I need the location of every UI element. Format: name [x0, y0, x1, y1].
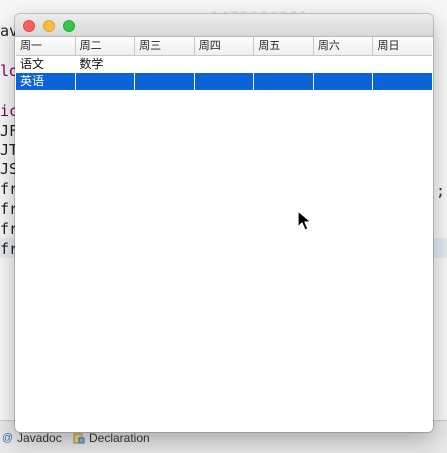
declaration-tab-label: Declaration [89, 431, 150, 445]
table-row[interactable]: 语文 数学 [16, 56, 432, 73]
column-header[interactable]: 周四 [195, 37, 255, 55]
table-cell[interactable] [135, 56, 194, 73]
table-cell[interactable] [76, 73, 136, 90]
table-cell[interactable]: 数学 [75, 56, 134, 73]
table-row-selected[interactable]: 英语 [16, 73, 432, 90]
at-icon: @ [1, 431, 14, 444]
declaration-tab[interactable]: Declaration [73, 431, 150, 445]
table-cell[interactable] [254, 73, 314, 90]
javadoc-tab-label: Javadoc [17, 431, 62, 445]
table-cell[interactable] [314, 73, 374, 90]
javadoc-tab[interactable]: @ Javadoc [1, 431, 62, 445]
column-header[interactable]: 周一 [16, 37, 76, 55]
column-header[interactable]: 周六 [314, 37, 374, 55]
column-header[interactable]: 周二 [76, 37, 136, 55]
window-content: 周一 周二 周三 周四 周五 周六 周日 语文 数学 英语 [16, 37, 432, 431]
table-cell[interactable] [373, 56, 432, 73]
mouse-pointer-icon [297, 210, 312, 231]
declaration-icon [73, 432, 86, 445]
window-titlebar[interactable] [15, 14, 433, 37]
table-cell[interactable] [135, 73, 195, 90]
table-cell[interactable] [254, 56, 313, 73]
column-header[interactable]: 周三 [135, 37, 195, 55]
table-header: 周一 周二 周三 周四 周五 周六 周日 [16, 37, 432, 56]
app-window: 周一 周二 周三 周四 周五 周六 周日 语文 数学 英语 [15, 14, 433, 432]
table-cell[interactable] [373, 73, 432, 90]
column-header[interactable]: 周五 [254, 37, 314, 55]
column-header[interactable]: 周日 [373, 37, 432, 55]
table-cell[interactable] [313, 56, 372, 73]
table-cell[interactable]: 语文 [16, 56, 75, 73]
table-cell[interactable] [194, 56, 253, 73]
maximize-button[interactable] [63, 20, 75, 32]
table-cell[interactable] [195, 73, 255, 90]
close-button[interactable] [23, 20, 35, 32]
table-cell[interactable]: 英语 [16, 73, 76, 90]
code-fragment-right: ; [435, 182, 445, 200]
minimize-button[interactable] [43, 20, 55, 32]
